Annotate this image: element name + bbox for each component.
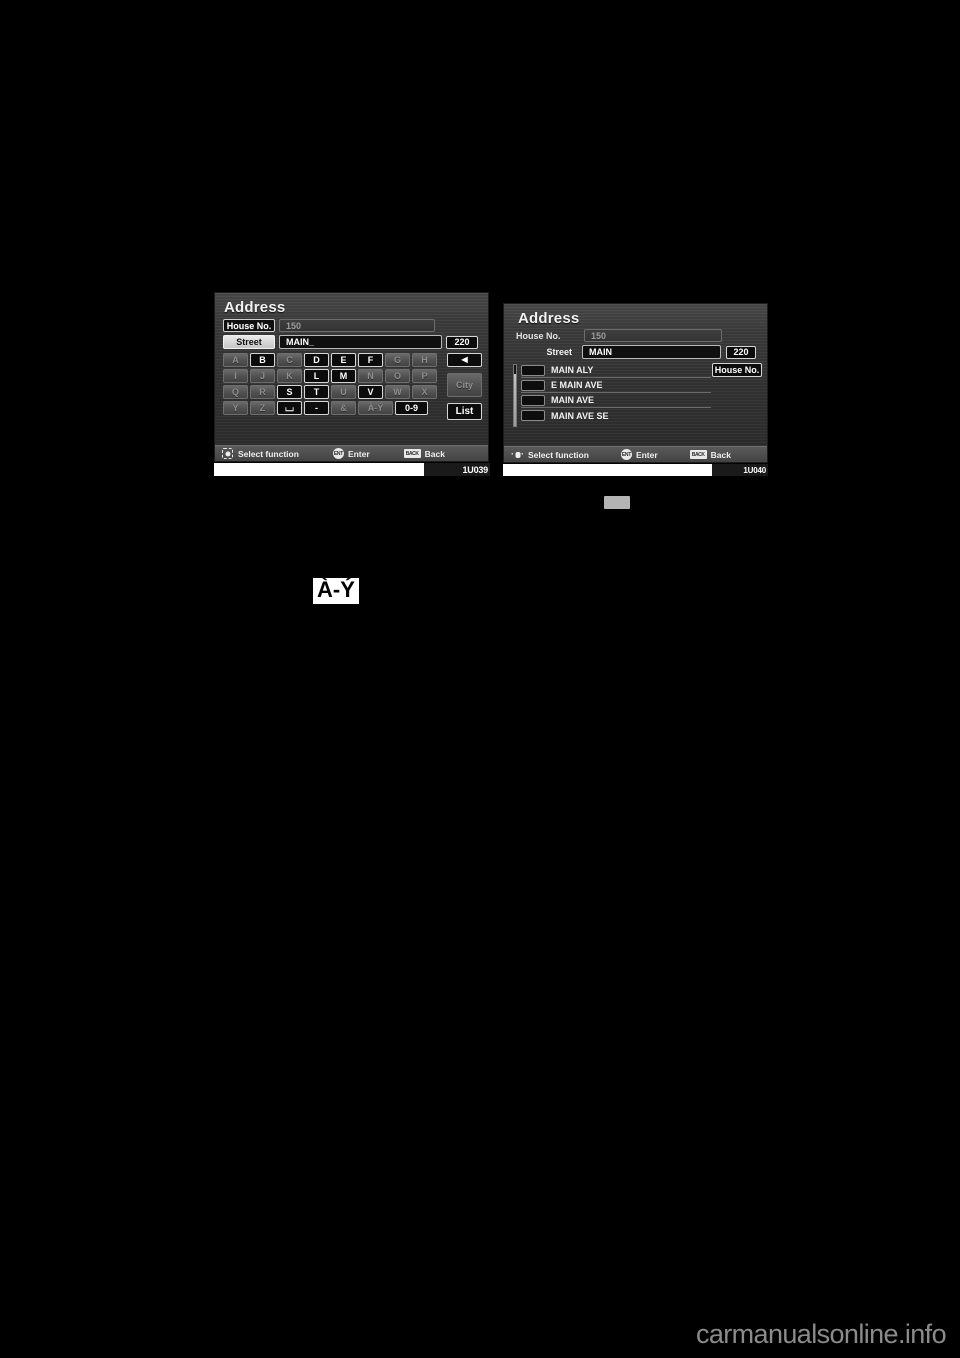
- key-t[interactable]: T: [304, 385, 329, 399]
- hyphen-key[interactable]: -: [304, 401, 329, 415]
- back-icon: BACK: [689, 450, 707, 459]
- screen-footer: Select function ENT Enter BACK Back: [215, 445, 488, 461]
- select-function-label: Select function: [528, 449, 589, 460]
- key-s[interactable]: S: [277, 385, 302, 399]
- navi-screen-street-list: Address House No. 150 Street MAIN 220 MA…: [503, 303, 768, 463]
- key-f[interactable]: F: [358, 353, 383, 367]
- key-w[interactable]: W: [385, 385, 410, 399]
- key-v[interactable]: V: [358, 385, 383, 399]
- city-button[interactable]: City: [447, 373, 482, 397]
- page-title: Address: [518, 310, 580, 327]
- house-no-button[interactable]: House No.: [223, 319, 275, 332]
- list-item[interactable]: MAIN AVE: [521, 393, 711, 408]
- key-c[interactable]: C: [277, 353, 302, 367]
- street-results-list: MAIN ALY E MAIN AVE MAIN AVE MAIN AVE SE: [521, 363, 711, 423]
- on-screen-keyboard: A B C D E F G H I J K L M N O P Q R S T …: [223, 353, 443, 417]
- page-title: Address: [224, 299, 286, 316]
- list-item-icon: [521, 410, 545, 421]
- house-no-label: House No.: [516, 330, 561, 341]
- key-k[interactable]: K: [277, 369, 302, 383]
- numbers-key[interactable]: 0-9: [395, 401, 428, 415]
- key-b[interactable]: B: [250, 353, 275, 367]
- key-r[interactable]: R: [250, 385, 275, 399]
- list-item-label: E MAIN AVE: [551, 380, 603, 390]
- key-i[interactable]: I: [223, 369, 248, 383]
- keyboard-row-2: I J K L M N O P: [223, 369, 443, 383]
- list-item[interactable]: MAIN AVE SE: [521, 408, 711, 423]
- list-item[interactable]: E MAIN AVE: [521, 378, 711, 393]
- space-key[interactable]: ⌴: [277, 401, 302, 415]
- list-item-label: MAIN AVE: [551, 395, 595, 405]
- screen-footer: Select function ENT Enter BACK Back: [504, 446, 767, 462]
- house-no-row: House No. 150: [223, 319, 482, 332]
- street-button[interactable]: Street: [223, 335, 275, 349]
- key-m[interactable]: M: [331, 369, 356, 383]
- list-scrollbar[interactable]: [513, 364, 517, 427]
- street-row: Street MAIN 220: [516, 345, 762, 359]
- street-label: Street: [546, 347, 572, 357]
- street-input[interactable]: MAIN_: [279, 335, 442, 349]
- house-no-row: House No. 150: [516, 329, 762, 342]
- key-e[interactable]: E: [331, 353, 356, 367]
- enter-label: Enter: [347, 448, 370, 459]
- street-match-count: 220: [726, 345, 756, 359]
- ampersand-key[interactable]: &: [331, 401, 356, 415]
- keyboard-row-3: Q R S T U V W X: [223, 385, 443, 399]
- street-value[interactable]: MAIN: [582, 345, 721, 359]
- key-q[interactable]: Q: [223, 385, 248, 399]
- key-l[interactable]: L: [304, 369, 329, 383]
- house-no-side-button[interactable]: House No.: [712, 363, 762, 377]
- street-row: Street MAIN_ 220: [223, 335, 482, 349]
- house-no-value[interactable]: 150: [584, 329, 722, 342]
- key-d[interactable]: D: [304, 353, 329, 367]
- key-u[interactable]: U: [331, 385, 356, 399]
- list-item-label: MAIN AVE SE: [551, 410, 609, 421]
- enter-icon: ENT: [620, 449, 632, 460]
- key-h[interactable]: H: [412, 353, 437, 367]
- back-label: Back: [424, 448, 445, 459]
- key-n[interactable]: N: [358, 369, 383, 383]
- keyboard-row-1: A B C D E F G H: [223, 353, 443, 367]
- list-item-icon: [521, 394, 545, 406]
- page-root: Address House No. 150 Street MAIN_ 220 A…: [0, 0, 960, 1358]
- list-item-label: MAIN ALY: [551, 365, 594, 375]
- list-item[interactable]: MAIN ALY: [521, 363, 711, 378]
- key-p[interactable]: P: [412, 369, 437, 383]
- joystick-icon: [511, 449, 524, 460]
- figure-id-right: 1U040: [712, 464, 768, 476]
- accented-chars-glyph: À-Ý: [313, 578, 359, 604]
- key-a[interactable]: A: [223, 353, 248, 367]
- inline-button-chip: [604, 496, 630, 509]
- list-item-icon: [521, 364, 545, 376]
- key-o[interactable]: O: [385, 369, 410, 383]
- figure-id-left: 1U039: [424, 463, 490, 476]
- back-label: Back: [710, 449, 731, 460]
- key-y[interactable]: Y: [223, 401, 248, 415]
- enter-label: Enter: [635, 449, 658, 460]
- list-scrollbar-thumb[interactable]: [514, 365, 516, 374]
- accented-chars-key[interactable]: À-Ý: [358, 401, 393, 415]
- list-button[interactable]: List: [447, 403, 482, 420]
- joystick-icon: [222, 448, 233, 459]
- backspace-icon[interactable]: ◄: [447, 353, 482, 367]
- select-function-label: Select function: [238, 448, 299, 459]
- key-j[interactable]: J: [250, 369, 275, 383]
- back-icon: BACK: [403, 449, 421, 458]
- street-match-count: 220: [446, 335, 478, 349]
- keyboard-side-buttons: ◄ City List: [447, 353, 482, 422]
- list-item-icon: [521, 379, 545, 391]
- key-g[interactable]: G: [385, 353, 410, 367]
- watermark: carmanualsonline.info: [695, 1319, 947, 1349]
- key-z[interactable]: Z: [250, 401, 275, 415]
- key-x[interactable]: X: [412, 385, 437, 399]
- keyboard-row-4: Y Z ⌴ - & À-Ý 0-9: [223, 401, 443, 415]
- enter-icon: ENT: [332, 448, 344, 459]
- house-no-value[interactable]: 150: [279, 319, 435, 332]
- navi-screen-address-keyboard: Address House No. 150 Street MAIN_ 220 A…: [214, 292, 489, 462]
